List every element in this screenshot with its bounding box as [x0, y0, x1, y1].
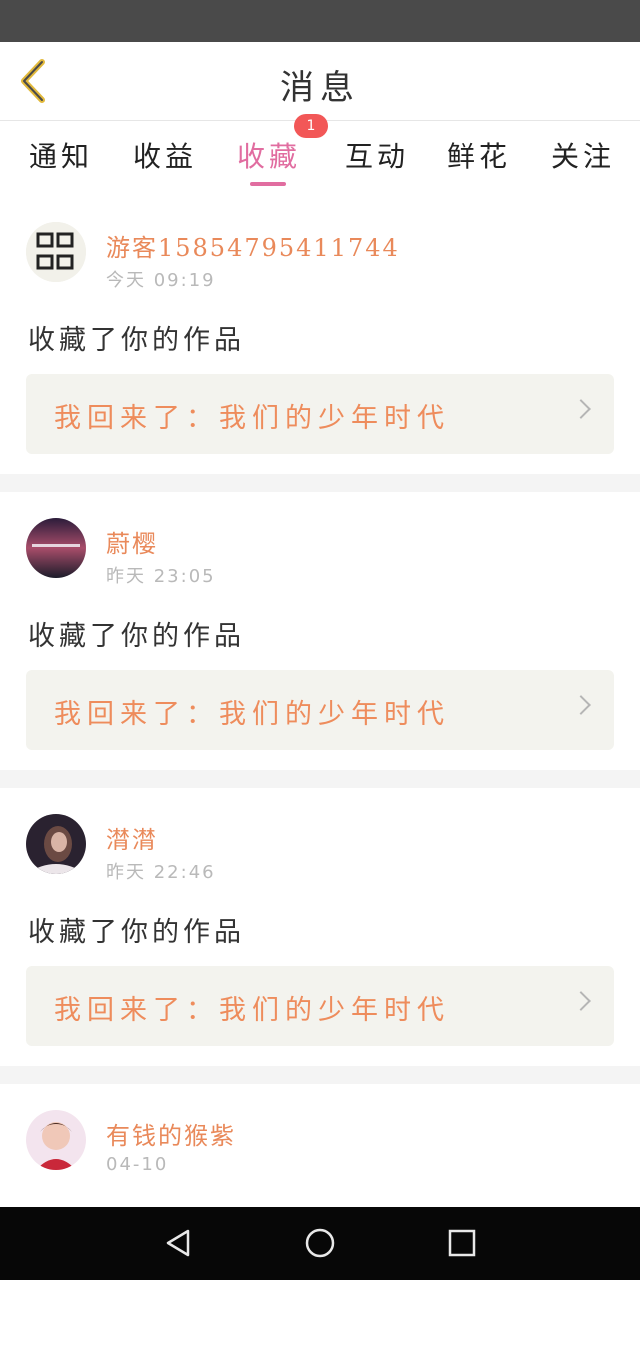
- divider: [0, 770, 640, 788]
- tab-favorites[interactable]: 收藏: [236, 135, 302, 183]
- user-name[interactable]: 蔚樱: [106, 524, 158, 559]
- chevron-right-icon: [571, 991, 591, 1011]
- timestamp: 今天 09:19: [106, 270, 216, 291]
- work-link[interactable]: 我回来了：我们的少年时代: [26, 374, 614, 454]
- user-name[interactable]: 游客15854795411744: [106, 228, 400, 263]
- work-link[interactable]: 我回来了：我们的少年时代: [26, 966, 614, 1046]
- work-link[interactable]: 我回来了：我们的少年时代: [26, 670, 614, 750]
- nav-home-button[interactable]: [302, 1225, 338, 1261]
- message-card: 潸潸 昨天 22:46 收藏了你的作品 我回来了：我们的少年时代: [0, 788, 640, 1066]
- avatar[interactable]: [26, 1110, 86, 1170]
- divider: [0, 474, 640, 492]
- avatar[interactable]: [26, 814, 86, 874]
- timestamp: 昨天 22:46: [106, 862, 216, 883]
- active-tab-indicator: [250, 182, 286, 186]
- message-feed: 游客15854795411744 今天 09:19 收藏了你的作品 我回来了：我…: [0, 196, 640, 1362]
- page-title: 消息: [280, 68, 360, 108]
- avatar[interactable]: [26, 222, 86, 282]
- avatar-calligraphy-icon: [26, 222, 86, 282]
- tab-badge: 1: [294, 114, 328, 138]
- avatar-photo-icon: [26, 814, 86, 874]
- system-navigation-bar: [0, 1207, 640, 1280]
- nav-back-button[interactable]: [160, 1225, 196, 1261]
- work-title: 我回来了：我们的少年时代: [54, 403, 450, 434]
- avatar-photo-icon: [26, 518, 86, 578]
- action-text: 收藏了你的作品: [28, 621, 245, 652]
- work-title: 我回来了：我们的少年时代: [54, 995, 450, 1026]
- action-text: 收藏了你的作品: [28, 325, 245, 356]
- chevron-right-icon: [571, 695, 591, 715]
- status-bar: [0, 0, 640, 42]
- tab-notice[interactable]: 通知: [28, 135, 94, 183]
- divider: [0, 1066, 640, 1084]
- square-recent-icon: [448, 1229, 476, 1257]
- timestamp: 04-10: [106, 1154, 169, 1175]
- message-card: 蔚樱 昨天 23:05 收藏了你的作品 我回来了：我们的少年时代: [0, 492, 640, 770]
- chevron-right-icon: [571, 399, 591, 419]
- tab-follow[interactable]: 关注: [550, 135, 616, 183]
- user-name[interactable]: 潸潸: [106, 820, 158, 855]
- timestamp: 昨天 23:05: [106, 566, 216, 587]
- avatar-photo-icon: [26, 1110, 86, 1170]
- action-text: 收藏了你的作品: [28, 917, 245, 948]
- work-title: 我回来了：我们的少年时代: [54, 699, 450, 730]
- header: 消息: [0, 42, 640, 121]
- message-card: 游客15854795411744 今天 09:19 收藏了你的作品 我回来了：我…: [0, 196, 640, 474]
- user-name[interactable]: 有钱的猴紫: [106, 1116, 236, 1151]
- avatar[interactable]: [26, 518, 86, 578]
- circle-home-icon: [305, 1228, 335, 1258]
- tab-earnings[interactable]: 收益: [132, 135, 198, 183]
- nav-recent-button[interactable]: [444, 1225, 480, 1261]
- tab-interaction[interactable]: 互动: [344, 135, 410, 183]
- triangle-back-icon: [166, 1229, 190, 1257]
- tab-flowers[interactable]: 鲜花: [446, 135, 512, 183]
